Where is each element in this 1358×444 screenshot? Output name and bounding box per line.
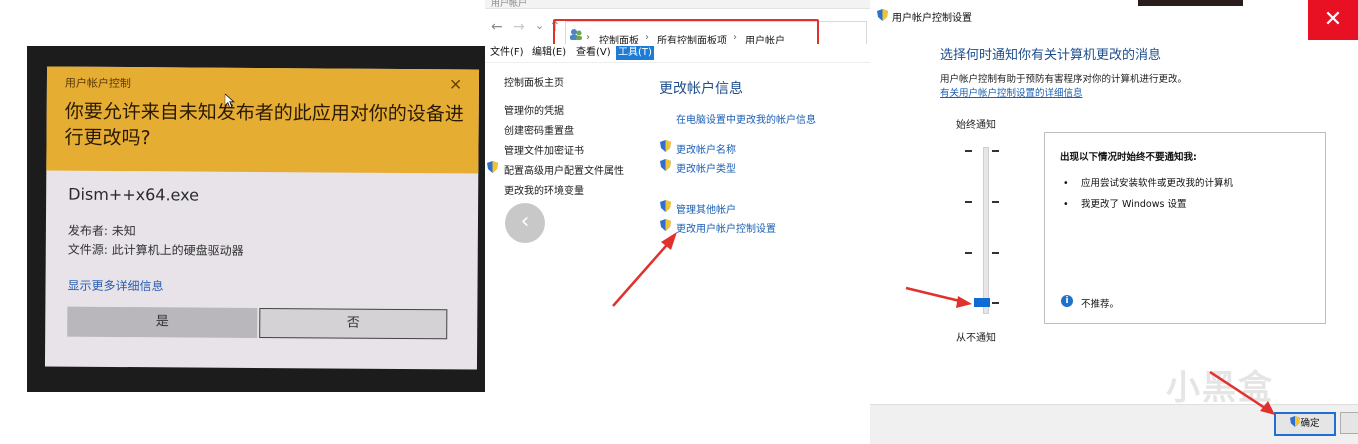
uac-banner: 用户帐户控制 × 你要允许来自未知发布者的此应用对你的设备进行更改吗? [46, 66, 480, 174]
uac-prompt-photo: 用户帐户控制 × 你要允许来自未知发布者的此应用对你的设备进行更改吗? Dism… [27, 46, 485, 392]
mouse-cursor-icon [224, 93, 235, 108]
uac-title: 用户帐户控制 [64, 76, 131, 91]
close-icon[interactable]: × [449, 74, 463, 93]
annotation-arrow [612, 232, 677, 307]
file-source-label: 文件源: 此计算机上的硬盘驱动器 [67, 242, 244, 258]
yes-button[interactable]: 是 [67, 306, 258, 338]
control-panel-window: 用户帐户 ← → ⌄ ↑ › 控制面板 › 所有控制面板项 › 用户帐户 文件(… [485, 0, 871, 444]
annotation-arrows [905, 286, 1275, 415]
no-button[interactable]: 否 [259, 307, 448, 340]
uac-settings-window: 用户帐户控制设置 ✕ 选择何时通知你有关计算机更改的消息 用户帐户控制有助于预防… [870, 0, 1358, 444]
app-name: Dism++x64.exe [68, 184, 200, 205]
publisher-label: 发布者: 未知 [67, 223, 136, 239]
show-more-details-link[interactable]: 显示更多详细信息 [67, 277, 163, 295]
uac-question: 你要允许来自未知发布者的此应用对你的设备进行更改吗? [64, 100, 464, 150]
uac-dialog: 用户帐户控制 × 你要允许来自未知发布者的此应用对你的设备进行更改吗? Dism… [44, 66, 480, 370]
